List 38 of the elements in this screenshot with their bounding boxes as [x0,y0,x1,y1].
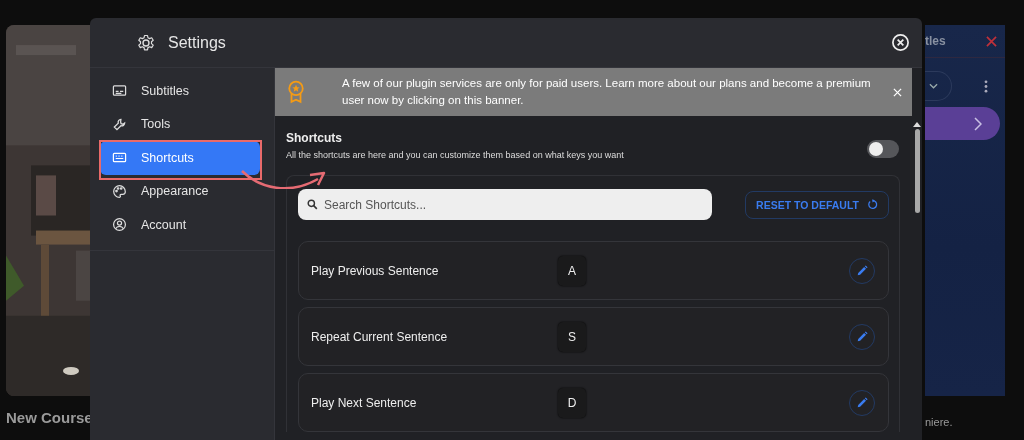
chevron-down-icon [929,83,938,89]
pencil-icon [856,264,868,277]
more-icon[interactable] [984,79,988,93]
premium-banner[interactable]: A few of our plugin services are only for paid users. Learn more about our plans and become a premium user now by clicking on this banner. [275,68,912,116]
reset-icon [866,199,878,210]
search-field[interactable]: Search Shortcuts... [298,189,712,220]
search-icon [307,199,318,210]
banner-text: A few of our plugin services are only for paid users. Learn more about our plans and become a premium user now by clicking on this banner. [341,76,872,108]
subtitles-icon [112,83,127,99]
key-badge: D [558,387,586,418]
shortcut-name: Play Next Sentence [311,395,418,410]
scrollbar[interactable] [912,68,922,440]
pencil-icon [856,396,868,409]
account-icon [112,217,127,233]
palette-icon [112,183,127,199]
pencil-icon [856,330,868,343]
chevron-right-icon [974,116,982,131]
medal-icon [287,80,305,104]
reset-button[interactable]: RESET TO DEFAULT [745,190,889,219]
nav-item[interactable]: Subtitles [100,74,260,108]
section-description: All the shortcuts are here and you can customize them based on what keys you want [286,150,624,160]
course-title[interactable]: New Course [6,409,90,426]
nav-item[interactable]: Tools [100,107,260,141]
shortcut-name: Play Previous Sentence [311,263,440,278]
nav-item[interactable]: Account [100,208,260,242]
scroll-up-icon[interactable] [913,122,921,127]
wrench-icon [112,116,127,132]
shortcut-name: Repeat Current Sentence [311,329,449,344]
toggle-switch[interactable] [867,140,899,158]
nav-item[interactable]: Shortcuts [100,141,260,175]
settings-icon [137,33,155,52]
panel-footer-text: niere. [925,416,954,428]
nav-item[interactable]: Appearance [100,174,260,208]
panel-title: tles [925,34,946,48]
section-title: Shortcuts [286,131,343,145]
key-badge: A [558,255,586,286]
dialog-title: Settings [168,33,227,52]
key-badge: S [558,321,586,352]
